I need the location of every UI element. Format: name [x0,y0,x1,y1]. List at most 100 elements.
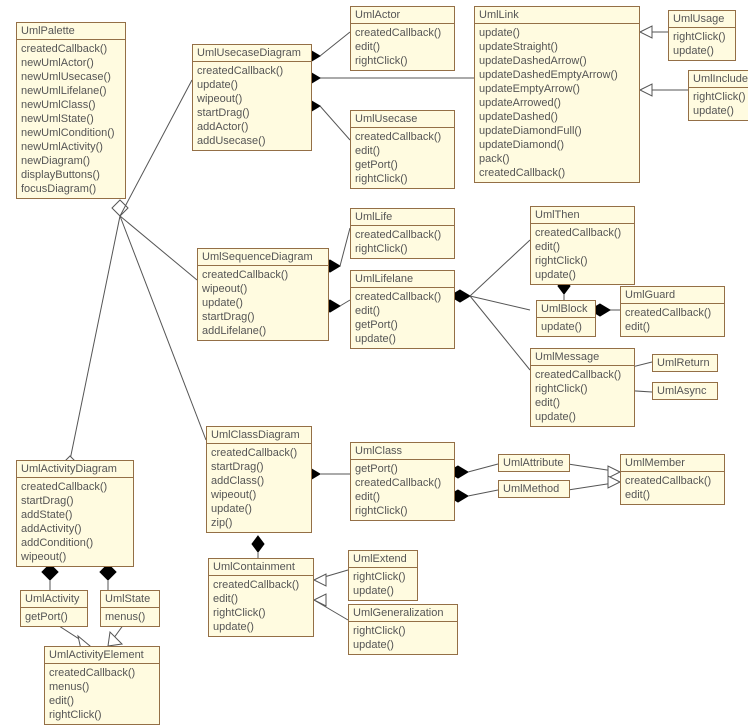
method: createdCallback() [535,368,630,382]
method: getPort() [355,462,450,476]
method: newUmlCondition() [21,126,121,140]
method: edit() [355,144,450,158]
class-name: UmlBlock [537,301,595,318]
method: edit() [49,694,155,708]
method: startDrag() [197,106,307,120]
class-name: UmlGuard [621,287,724,304]
method: edit() [213,592,309,606]
class-uml-state[interactable]: UmlState menus() [100,590,160,627]
class-uml-then[interactable]: UmlThen createdCallback() edit() rightCl… [530,206,635,285]
class-uml-block[interactable]: UmlBlock update() [536,300,596,337]
method: update() [202,296,324,310]
class-uml-attribute[interactable]: UmlAttribute [498,454,570,472]
method: wipeout() [197,92,307,106]
class-uml-class[interactable]: UmlClass getPort() createdCallback() edi… [350,442,455,521]
class-name: UmlClass [351,443,454,460]
method: getPort() [355,158,450,172]
class-name: UmlMessage [531,349,634,366]
class-name: UmlGeneralization [349,605,457,622]
method: createdCallback() [21,480,129,494]
class-name: UmlExtend [349,551,417,568]
method: newUmlActor() [21,56,121,70]
method: edit() [355,40,450,54]
class-uml-generalization[interactable]: UmlGeneralization rightClick() update() [348,604,458,655]
class-uml-usage[interactable]: UmlUsage rightClick() update() [668,10,736,61]
class-methods: createdCallback() edit() rightClick() [351,24,454,70]
uml-canvas: UmlPalette createdCallback() newUmlActor… [0,0,748,716]
class-uml-palette[interactable]: UmlPalette createdCallback() newUmlActor… [16,22,126,199]
class-uml-member[interactable]: UmlMember createdCallback() edit() [620,454,725,505]
method: update() [535,268,630,282]
method: rightClick() [673,30,731,44]
method: rightClick() [535,254,630,268]
class-uml-class-diagram[interactable]: UmlClassDiagram createdCallback() startD… [206,426,312,533]
method: newUmlClass() [21,98,121,112]
method: wipeout() [211,488,307,502]
class-name: UmlLife [351,209,454,226]
method: createdCallback() [355,476,450,490]
class-uml-life[interactable]: UmlLife createdCallback() rightClick() [350,208,455,259]
class-name: UmlPalette [17,23,125,40]
class-uml-usecase[interactable]: UmlUsecase createdCallback() edit() getP… [350,110,455,189]
class-uml-usecase-diagram[interactable]: UmlUsecaseDiagram createdCallback() upda… [192,44,312,151]
class-uml-message[interactable]: UmlMessage createdCallback() rightClick(… [530,348,635,427]
class-uml-return[interactable]: UmlReturn [652,354,718,372]
class-methods: createdCallback() rightClick() edit() up… [531,366,634,426]
class-name: UmlLifelane [351,271,454,288]
class-name: UmlSequenceDiagram [198,249,328,266]
method: newDiagram() [21,154,121,168]
class-uml-guard[interactable]: UmlGuard createdCallback() edit() [620,286,725,337]
method: updateDashedArrow() [479,54,635,68]
class-methods: createdCallback() update() wipeout() sta… [193,62,311,150]
method: newUmlActivity() [21,140,121,154]
class-uml-link[interactable]: UmlLink update() updateStraight() update… [474,6,640,183]
class-name: UmlAsync [653,383,717,399]
method: createdCallback() [197,64,307,78]
class-uml-activity-element[interactable]: UmlActivityElement createdCallback() men… [44,646,160,725]
class-methods: getPort() createdCallback() edit() right… [351,460,454,520]
method: rightClick() [693,90,745,104]
method: update() [535,410,630,424]
class-name: UmlUsecase [351,111,454,128]
class-methods: createdCallback() edit() [621,472,724,504]
class-methods: getPort() [21,608,87,626]
class-uml-containment[interactable]: UmlContainment createdCallback() edit() … [208,558,314,637]
method: createdCallback() [625,306,720,320]
method: startDrag() [21,494,129,508]
class-uml-actor[interactable]: UmlActor createdCallback() edit() rightC… [350,6,455,71]
class-uml-method[interactable]: UmlMethod [498,480,570,498]
class-methods: createdCallback() menus() edit() rightCl… [45,664,159,724]
method: addActivity() [21,522,129,536]
method: menus() [49,680,155,694]
method: updateDiamond() [479,138,635,152]
class-methods: menus() [101,608,159,626]
method: createdCallback() [21,42,121,56]
class-uml-activity-diagram[interactable]: UmlActivityDiagram createdCallback() sta… [16,460,134,567]
class-name: UmlContainment [209,559,313,576]
class-uml-activity[interactable]: UmlActivity getPort() [20,590,88,627]
method: zip() [211,516,307,530]
class-methods: createdCallback() rightClick() [351,226,454,258]
method: update() [541,320,591,334]
method: newUmlState() [21,112,121,126]
method: updateDashedEmptyArrow() [479,68,635,82]
method: getPort() [25,610,83,624]
method: startDrag() [211,460,307,474]
method: rightClick() [353,624,453,638]
class-methods: createdCallback() edit() [621,304,724,336]
class-uml-sequence-diagram[interactable]: UmlSequenceDiagram createdCallback() wip… [197,248,329,341]
class-uml-include[interactable]: UmlInclude rightClick() update() [688,70,748,121]
class-methods: rightClick() update() [349,568,417,600]
method: rightClick() [353,570,413,584]
class-uml-async[interactable]: UmlAsync [652,382,718,400]
method: rightClick() [355,242,450,256]
class-name: UmlState [101,591,159,608]
class-name: UmlReturn [653,355,717,371]
class-uml-lifelane[interactable]: UmlLifelane createdCallback() edit() get… [350,270,455,349]
method: addClass() [211,474,307,488]
method: addUsecase() [197,134,307,148]
class-uml-extend[interactable]: UmlExtend rightClick() update() [348,550,418,601]
method: edit() [535,240,630,254]
method: updateDashed() [479,110,635,124]
class-name: UmlUsecaseDiagram [193,45,311,62]
